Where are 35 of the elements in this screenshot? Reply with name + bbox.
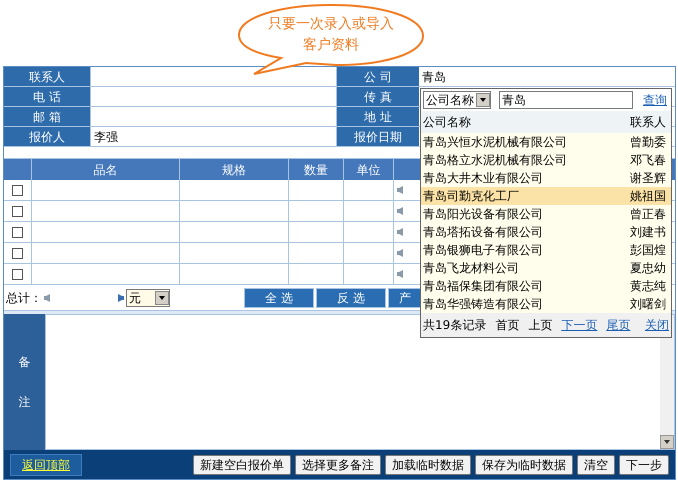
field-label: 传 真 <box>337 87 419 106</box>
company-name: 青岛兴恒水泥机械有限公司 <box>423 134 567 151</box>
contact-name: 谢圣辉 <box>630 170 666 187</box>
company-name: 青岛福保集团有限公司 <box>423 278 543 295</box>
contact-name: 彭国煌 <box>630 242 666 259</box>
column-header: 联系人 <box>630 114 666 131</box>
company-name: 青岛格立水泥机械有限公司 <box>423 152 567 169</box>
total-label: 总计： <box>6 290 42 306</box>
company-name: 青岛司勤克化工厂 <box>423 188 519 205</box>
contact-name: 姚祖国 <box>630 188 666 205</box>
company-name: 青岛大井木业有限公司 <box>423 170 543 187</box>
callout-text: 只要一次录入或导入 <box>268 15 394 34</box>
company-name: 青岛阳光设备有限公司 <box>423 206 543 223</box>
contact-name: 黄志纯 <box>630 278 666 295</box>
field-label: 邮 箱 <box>4 107 91 126</box>
column-header: 公司名称 <box>423 114 471 131</box>
field-label: 地 址 <box>337 107 419 126</box>
company-name: 青岛银狮电子有限公司 <box>423 242 543 259</box>
contact-name: 刘曙剑 <box>630 296 666 313</box>
field-label: 联系人 <box>4 67 91 86</box>
contact-name: 曾正春 <box>630 206 666 223</box>
company-name: 青岛华强铸造有限公司 <box>423 296 543 313</box>
contact-name: 刘建书 <box>630 224 666 241</box>
contact-name: 邓飞春 <box>630 152 666 169</box>
company-name: 青岛飞龙材料公司 <box>423 260 519 277</box>
field-label: 报价日期 <box>337 127 419 146</box>
contact-name: 曾勤委 <box>630 134 666 151</box>
remarks-label: 备注 <box>4 314 45 450</box>
record-count: 共19条记录 <box>423 317 486 334</box>
field-label: 报价人 <box>4 127 91 146</box>
field-label: 公 司 <box>337 67 419 86</box>
contact-name: 夏忠幼 <box>630 260 666 277</box>
field-label: 电 话 <box>4 87 91 106</box>
company-name: 青岛塔拓设备有限公司 <box>423 224 543 241</box>
callout-text: 客户资料 <box>303 36 359 55</box>
